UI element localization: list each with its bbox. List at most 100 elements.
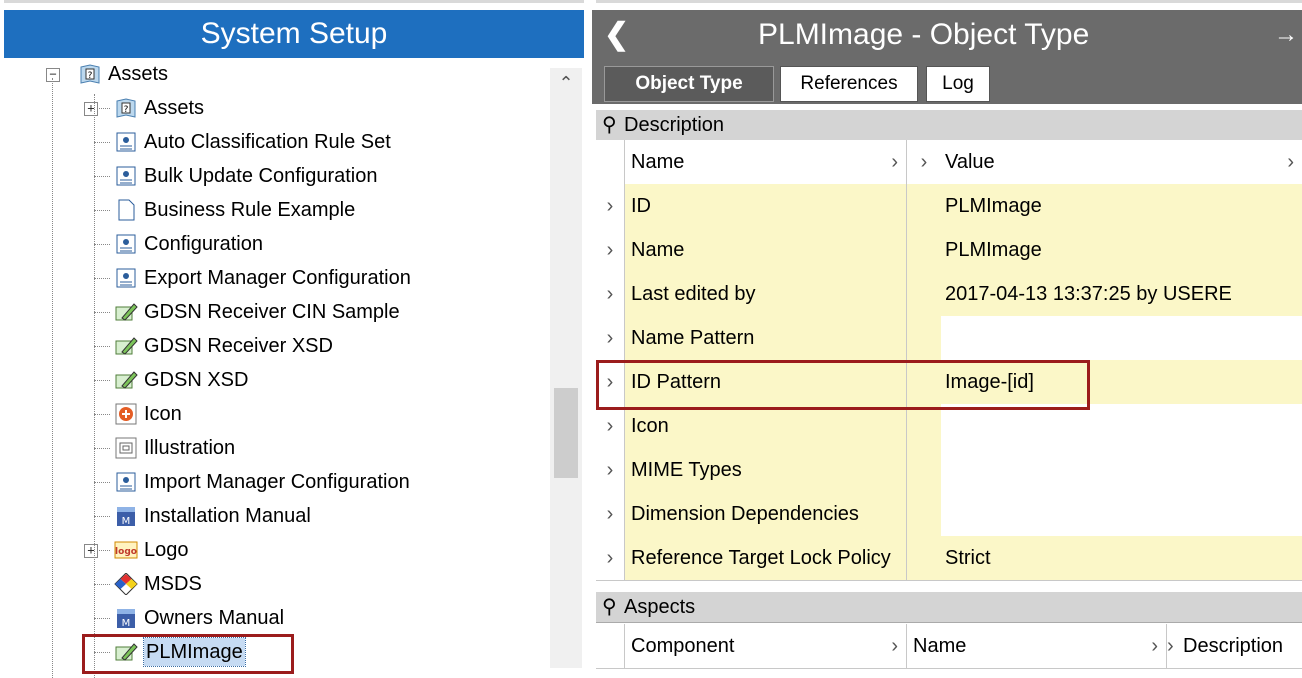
scroll-up-icon[interactable]: ⌃ xyxy=(550,68,582,100)
vertical-scrollbar[interactable]: ⌃ xyxy=(550,68,582,668)
chevron-right-icon: › xyxy=(891,151,898,173)
column-header-description[interactable]: › Description xyxy=(1167,624,1302,668)
chevron-right-icon: › xyxy=(1151,635,1158,657)
row-name: Last edited by xyxy=(625,272,907,316)
pin-icon[interactable]: → xyxy=(1274,10,1298,60)
tab-references[interactable]: References xyxy=(780,66,918,102)
tree-node[interactable]: Bulk Update Configuration xyxy=(0,162,550,190)
tree-node[interactable]: Icon xyxy=(0,400,550,428)
red-plus-icon xyxy=(114,403,138,425)
section-title: Aspects xyxy=(624,596,696,618)
tree-node[interactable]: GDSN XSD xyxy=(0,366,550,394)
chevron-right-icon[interactable]: › xyxy=(596,536,625,580)
pushpin-icon[interactable]: ⚲ xyxy=(602,592,617,622)
tree-node[interactable]: Illustration xyxy=(0,434,550,462)
blank-document-icon xyxy=(114,199,138,221)
panel-title: PLMImage - Object Type xyxy=(758,18,1090,51)
tree-node-label: Installation Manual xyxy=(144,505,311,527)
row-value[interactable]: PLMImage xyxy=(941,228,1302,272)
tree-node-label: Icon xyxy=(144,403,182,425)
row-name: Name Pattern xyxy=(625,316,907,360)
column-header-component[interactable]: Component › xyxy=(625,624,907,668)
chevron-right-icon: › xyxy=(1287,151,1294,173)
tree-node-label: Illustration xyxy=(144,437,236,459)
tree-node-label: Assets xyxy=(144,97,205,119)
column-header-name[interactable]: Name › xyxy=(625,140,907,184)
tab-log[interactable]: Log xyxy=(926,66,990,102)
row-name: Reference Target Lock Policy xyxy=(625,536,907,580)
tree-node[interactable]: M Installation Manual xyxy=(0,502,550,530)
row-name: ID xyxy=(625,184,907,228)
top-strip xyxy=(0,0,1302,8)
tree-node-label: GDSN XSD xyxy=(144,369,249,391)
svg-text:M: M xyxy=(122,618,131,629)
aspects-grid-header: Component › Name › › Description xyxy=(596,624,1302,669)
column-header-name[interactable]: Name › xyxy=(907,624,1167,668)
scroll-thumb[interactable] xyxy=(554,388,578,478)
tree-view: −? Assets +? Assets Auto Classification Rule… xyxy=(0,58,550,678)
table-row[interactable]: › Name Pattern xyxy=(596,316,1302,361)
section-title: Description xyxy=(624,114,725,136)
table-row[interactable]: › MIME Types xyxy=(596,448,1302,493)
title-bar: ❮ PLMImage - Object Type → xyxy=(592,10,1302,60)
row-name: Dimension Dependencies xyxy=(625,492,907,536)
panel-title: System Setup xyxy=(4,10,584,58)
tree-node[interactable]: Business Rule Example xyxy=(0,196,550,224)
row-value[interactable] xyxy=(941,492,1302,536)
row-value[interactable] xyxy=(941,448,1302,492)
chevron-right-icon[interactable]: › xyxy=(596,404,625,448)
collapse-icon[interactable]: − xyxy=(46,68,60,82)
manual-book-icon: M xyxy=(114,607,138,629)
chevron-right-icon[interactable]: › xyxy=(596,228,625,272)
tree-node-label: Logo xyxy=(144,539,189,561)
aspects-section-header[interactable]: ⚲ Aspects xyxy=(596,592,1302,623)
table-row[interactable]: › Icon xyxy=(596,404,1302,449)
table-row[interactable]: › Dimension Dependencies xyxy=(596,492,1302,537)
tree-node[interactable]: Auto Classification Rule Set xyxy=(0,128,550,156)
column-header-expand[interactable]: › xyxy=(907,140,942,184)
plmimage-highlight xyxy=(82,634,294,674)
tree-node[interactable]: −? Assets xyxy=(0,60,550,88)
table-row[interactable]: › Reference Target Lock Policy Strict xyxy=(596,536,1302,581)
table-row[interactable]: › ID PLMImage xyxy=(596,184,1302,229)
svg-text:logo: logo xyxy=(115,547,137,557)
column-header-value[interactable]: Value › xyxy=(941,140,1302,184)
tree-node[interactable]: Import Manager Configuration xyxy=(0,468,550,496)
tree-node-label: Business Rule Example xyxy=(144,199,356,221)
tree-node[interactable]: GDSN Receiver CIN Sample xyxy=(0,298,550,326)
expand-icon[interactable]: + xyxy=(84,544,98,558)
tab-object-type[interactable]: Object Type xyxy=(604,66,774,102)
chevron-right-icon[interactable]: › xyxy=(596,492,625,536)
tree-node-label: MSDS xyxy=(144,573,202,595)
config-document-icon xyxy=(114,165,138,187)
tree-node[interactable]: M Owners Manual xyxy=(0,604,550,632)
description-section-header[interactable]: ⚲ Description xyxy=(596,110,1302,141)
pushpin-icon[interactable]: ⚲ xyxy=(602,110,617,140)
table-row[interactable]: › Name PLMImage xyxy=(596,228,1302,273)
row-value[interactable] xyxy=(941,316,1302,360)
manual-book-icon: M xyxy=(114,505,138,527)
chevron-right-icon[interactable]: › xyxy=(596,272,625,316)
chevron-right-icon[interactable]: › xyxy=(596,316,625,360)
config-document-icon xyxy=(114,267,138,289)
tree-node[interactable]: GDSN Receiver XSD xyxy=(0,332,550,360)
tree-node[interactable]: Export Manager Configuration xyxy=(0,264,550,292)
tree-node[interactable]: Configuration xyxy=(0,230,550,258)
back-arrow-icon[interactable]: ❮ xyxy=(604,10,629,60)
help-book-icon: ? xyxy=(114,97,138,119)
row-value[interactable]: PLMImage xyxy=(941,184,1302,228)
expand-icon[interactable]: + xyxy=(84,102,98,116)
chevron-right-icon[interactable]: › xyxy=(596,448,625,492)
tree-node-label: GDSN Receiver XSD xyxy=(144,335,333,357)
chevron-right-icon[interactable]: › xyxy=(596,184,625,228)
system-setup-panel: System Setup −? Assets +? Assets Auto Classi… xyxy=(0,10,588,678)
row-value[interactable]: 2017-04-13 13:37:25 by USERE xyxy=(941,272,1302,316)
row-value[interactable] xyxy=(941,404,1302,448)
table-row[interactable]: › Last edited by 2017-04-13 13:37:25 by US… xyxy=(596,272,1302,317)
tree-node[interactable]: +? Assets xyxy=(0,94,550,122)
tree-node[interactable]: + logo Logo xyxy=(0,536,550,564)
tab-bar: Object Type References Log xyxy=(592,60,1302,104)
svg-text:?: ? xyxy=(124,105,129,115)
tree-node[interactable]: MSDS xyxy=(0,570,550,598)
row-value[interactable]: Strict xyxy=(941,536,1302,580)
